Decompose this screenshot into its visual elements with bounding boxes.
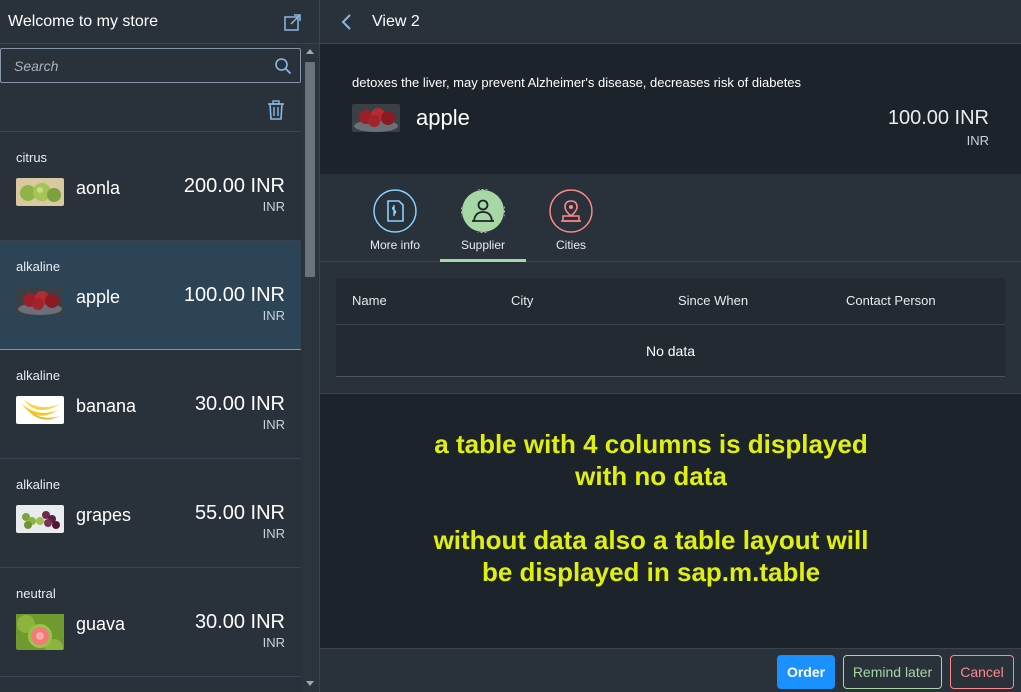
scroll-down-arrow-icon[interactable] (306, 681, 314, 686)
grapes-thumbnail (16, 505, 64, 533)
item-group: neutral (16, 586, 56, 601)
product-list: citrus aonla 200.00 INR INR alkaline app… (0, 132, 301, 677)
item-unit: INR (262, 526, 285, 541)
list-item[interactable]: alkaline grapes 55.00 INR INR (0, 459, 301, 568)
object-intro: detoxes the liver, may prevent Alzheimer… (352, 75, 802, 90)
scrollbar-thumb[interactable] (305, 62, 315, 277)
object-header: detoxes the liver, may prevent Alzheimer… (320, 44, 1021, 174)
master-header: Welcome to my store (0, 0, 319, 44)
item-name: banana (76, 396, 137, 416)
supplier-icon (461, 189, 505, 233)
aonla-thumbnail (16, 178, 64, 206)
item-price: 200.00 INR (183, 175, 285, 197)
tab-supplier[interactable]: Supplier (440, 187, 526, 262)
guava-thumbnail (16, 614, 64, 650)
item-name: guava (76, 614, 126, 634)
annotation-line: a table with 4 columns is displayed (434, 429, 868, 459)
cancel-button[interactable]: Cancel (950, 655, 1014, 689)
tab-more-info[interactable]: More info (352, 187, 438, 262)
annotation-line: without data also a table layout will (433, 525, 869, 555)
table-no-data-row: No data (336, 325, 1005, 377)
list-item[interactable]: alkaline banana 30.00 INR INR (0, 350, 301, 459)
column-header-city: City (511, 293, 534, 308)
master-toolbar (0, 88, 301, 132)
remind-later-button[interactable]: Remind later (843, 655, 942, 689)
master-scrollbar[interactable] (302, 44, 318, 692)
apple-thumbnail (352, 104, 400, 132)
annotation-line: with no data (575, 461, 727, 491)
column-header-since-when: Since When (678, 293, 749, 308)
banana-thumbnail (16, 396, 64, 424)
annotation-line: be displayed in sap.m.table (481, 557, 821, 587)
supplier-table: Name City Since When Contact Person No d… (336, 278, 1005, 377)
app-root: Welcome to my store Search citrus aonla … (0, 0, 1021, 692)
tab-label: Cities (555, 238, 586, 252)
item-unit: INR (262, 199, 285, 214)
icon-tab-bar: More info Supplier Cities (320, 174, 1021, 262)
item-price: 100.00 INR (183, 284, 285, 306)
delete-icon[interactable] (267, 100, 285, 120)
item-name: apple (76, 287, 121, 307)
list-item[interactable]: citrus aonla 200.00 INR INR (0, 132, 301, 241)
item-price: 55.00 INR (194, 502, 285, 524)
supplier-table-container: Name City Since When Contact Person No d… (320, 262, 1021, 394)
no-data-text: No data (645, 343, 696, 359)
apple-thumbnail (16, 287, 64, 315)
detail-footer: Order Remind later Cancel (320, 648, 1021, 692)
document-icon (373, 189, 417, 233)
column-header-name: Name (352, 293, 387, 308)
column-header-contact-person: Contact Person (846, 293, 936, 308)
item-name: aonla (76, 178, 121, 198)
item-unit: INR (262, 308, 285, 323)
detail-title: View 2 (372, 13, 420, 30)
item-group: alkaline (16, 368, 61, 383)
order-button[interactable]: Order (777, 655, 835, 689)
back-icon[interactable] (340, 13, 354, 31)
search-field (0, 48, 301, 83)
master-pane: Welcome to my store Search citrus aonla … (0, 0, 320, 692)
search-icon[interactable] (274, 57, 292, 75)
list-item-selected[interactable]: alkaline apple 100.00 INR INR (0, 241, 301, 350)
detail-header: View 2 (320, 0, 1021, 44)
tab-label: Supplier (460, 238, 506, 252)
table-header-row: Name City Since When Contact Person (336, 278, 1005, 325)
list-item[interactable]: neutral guava 30.00 INR INR (0, 568, 301, 677)
detail-pane: View 2 detoxes the liver, may prevent Al… (320, 0, 1021, 692)
scroll-up-arrow-icon[interactable] (306, 49, 314, 54)
item-group: citrus (16, 150, 48, 165)
tab-cities[interactable]: Cities (528, 187, 614, 262)
object-title: apple (416, 105, 470, 130)
item-price: 30.00 INR (194, 393, 285, 415)
item-price: 30.00 INR (194, 611, 285, 633)
object-unit: INR (966, 133, 989, 148)
item-unit: INR (262, 635, 285, 650)
search-input[interactable] (1, 49, 269, 82)
object-price: 100.00 INR (887, 107, 989, 129)
item-name: grapes (76, 505, 132, 525)
master-title: Welcome to my store (8, 13, 158, 30)
share-icon[interactable] (283, 12, 303, 32)
item-group: alkaline (16, 477, 61, 492)
item-group: alkaline (16, 259, 61, 274)
item-unit: INR (262, 417, 285, 432)
annotation-text: a table with 4 columns is displayed with… (320, 428, 982, 588)
tab-label: More info (369, 238, 421, 252)
location-icon (549, 189, 593, 233)
